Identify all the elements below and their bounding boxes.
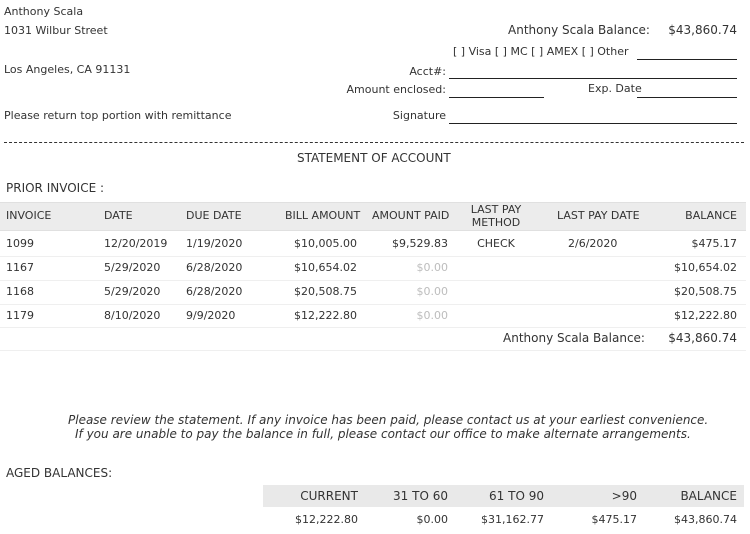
customer-name: Anthony Scala <box>4 5 84 18</box>
exp-date-field[interactable] <box>637 97 737 98</box>
aged-balances-label: AGED BALANCES: <box>6 466 113 480</box>
row4-balance: $12,222.80 <box>674 309 737 322</box>
return-note: Please return top portion with remittanc… <box>4 109 232 122</box>
row4-invoice: 1179 <box>6 309 34 322</box>
row1-balance: $475.17 <box>691 237 738 250</box>
customer-address-line2: Los Angeles, CA 91131 <box>4 63 131 76</box>
row-separator <box>0 256 746 257</box>
col-last-pay-method: LAST PAY METHOD <box>464 203 528 229</box>
statement-title: STATEMENT OF ACCOUNT <box>297 151 451 165</box>
row1-invoice: 1099 <box>6 237 34 250</box>
table-bottom-border <box>0 350 746 351</box>
total-balance-label: Anthony Scala Balance: <box>503 331 645 345</box>
signature-label: Signature <box>392 109 446 122</box>
row-separator <box>0 304 746 305</box>
row4-paid: $0.00 <box>416 309 449 322</box>
aged-over-90-value: $475.17 <box>591 513 638 526</box>
row3-invoice: 1168 <box>6 285 34 298</box>
col-last-pay-method-line1: LAST PAY <box>470 203 522 216</box>
row1-bill: $10,005.00 <box>294 237 357 250</box>
aged-col-61-90: 61 TO 90 <box>489 489 544 503</box>
row2-paid: $0.00 <box>416 261 449 274</box>
aged-col-current: CURRENT <box>300 489 358 503</box>
col-date: DATE <box>104 209 133 222</box>
card-type-options[interactable]: [ ] Visa [ ] MC [ ] AMEX [ ] Other <box>453 45 629 58</box>
notice-line2: If you are unable to pay the balance in … <box>75 427 691 441</box>
remit-balance-value: $43,860.74 <box>668 23 737 37</box>
row3-due: 6/28/2020 <box>186 285 243 298</box>
col-balance: BALANCE <box>685 209 737 222</box>
row1-lastdate: 2/6/2020 <box>568 237 618 250</box>
col-amount-paid: AMOUNT PAID <box>372 209 450 222</box>
aged-balance-value: $43,860.74 <box>674 513 737 526</box>
row4-date: 8/10/2020 <box>104 309 161 322</box>
col-last-pay-date: LAST PAY DATE <box>557 209 640 222</box>
row2-date: 5/29/2020 <box>104 261 161 274</box>
aged-current-value: $12,222.80 <box>295 513 358 526</box>
notice-line1: Please review the statement. If any invo… <box>68 413 709 427</box>
signature-field[interactable] <box>449 123 737 124</box>
row4-bill: $12,222.80 <box>294 309 357 322</box>
acct-number-field[interactable] <box>449 78 737 79</box>
row4-due: 9/9/2020 <box>186 309 236 322</box>
amount-enclosed-label: Amount enclosed: <box>346 83 446 96</box>
exp-date-label: Exp. Date <box>588 82 642 95</box>
row1-method: CHECK <box>477 237 515 250</box>
row2-bill: $10,654.02 <box>294 261 357 274</box>
aged-31-60-value: $0.00 <box>416 513 449 526</box>
prior-invoice-label: PRIOR INVOICE : <box>6 181 105 195</box>
row-separator <box>0 327 746 328</box>
row3-date: 5/29/2020 <box>104 285 161 298</box>
col-due-date: DUE DATE <box>186 209 242 222</box>
col-bill-amount: BILL AMOUNT <box>285 209 361 222</box>
row2-due: 6/28/2020 <box>186 261 243 274</box>
aged-col-balance: BALANCE <box>680 489 737 503</box>
col-last-pay-method-line2: METHOD <box>471 216 521 229</box>
row3-bill: $20,508.75 <box>294 285 357 298</box>
row-separator <box>0 280 746 281</box>
total-balance-value: $43,860.74 <box>668 331 737 345</box>
acct-label: Acct#: <box>409 65 446 78</box>
row3-paid: $0.00 <box>416 285 449 298</box>
row1-due: 1/19/2020 <box>186 237 243 250</box>
tear-off-divider <box>4 142 744 143</box>
card-other-line[interactable] <box>637 59 737 60</box>
aged-col-31-60: 31 TO 60 <box>393 489 448 503</box>
aged-61-90-value: $31,162.77 <box>481 513 544 526</box>
customer-address-line1: 1031 Wilbur Street <box>4 24 108 37</box>
row1-paid: $9,529.83 <box>392 237 448 250</box>
row1-date: 12/20/2019 <box>104 237 168 250</box>
row2-balance: $10,654.02 <box>674 261 737 274</box>
remit-balance-label: Anthony Scala Balance: <box>508 23 650 37</box>
col-invoice: INVOICE <box>6 209 52 222</box>
aged-col-over-90: >90 <box>611 489 637 503</box>
row3-balance: $20,508.75 <box>674 285 737 298</box>
row2-invoice: 1167 <box>6 261 34 274</box>
amount-enclosed-field[interactable] <box>449 97 544 98</box>
